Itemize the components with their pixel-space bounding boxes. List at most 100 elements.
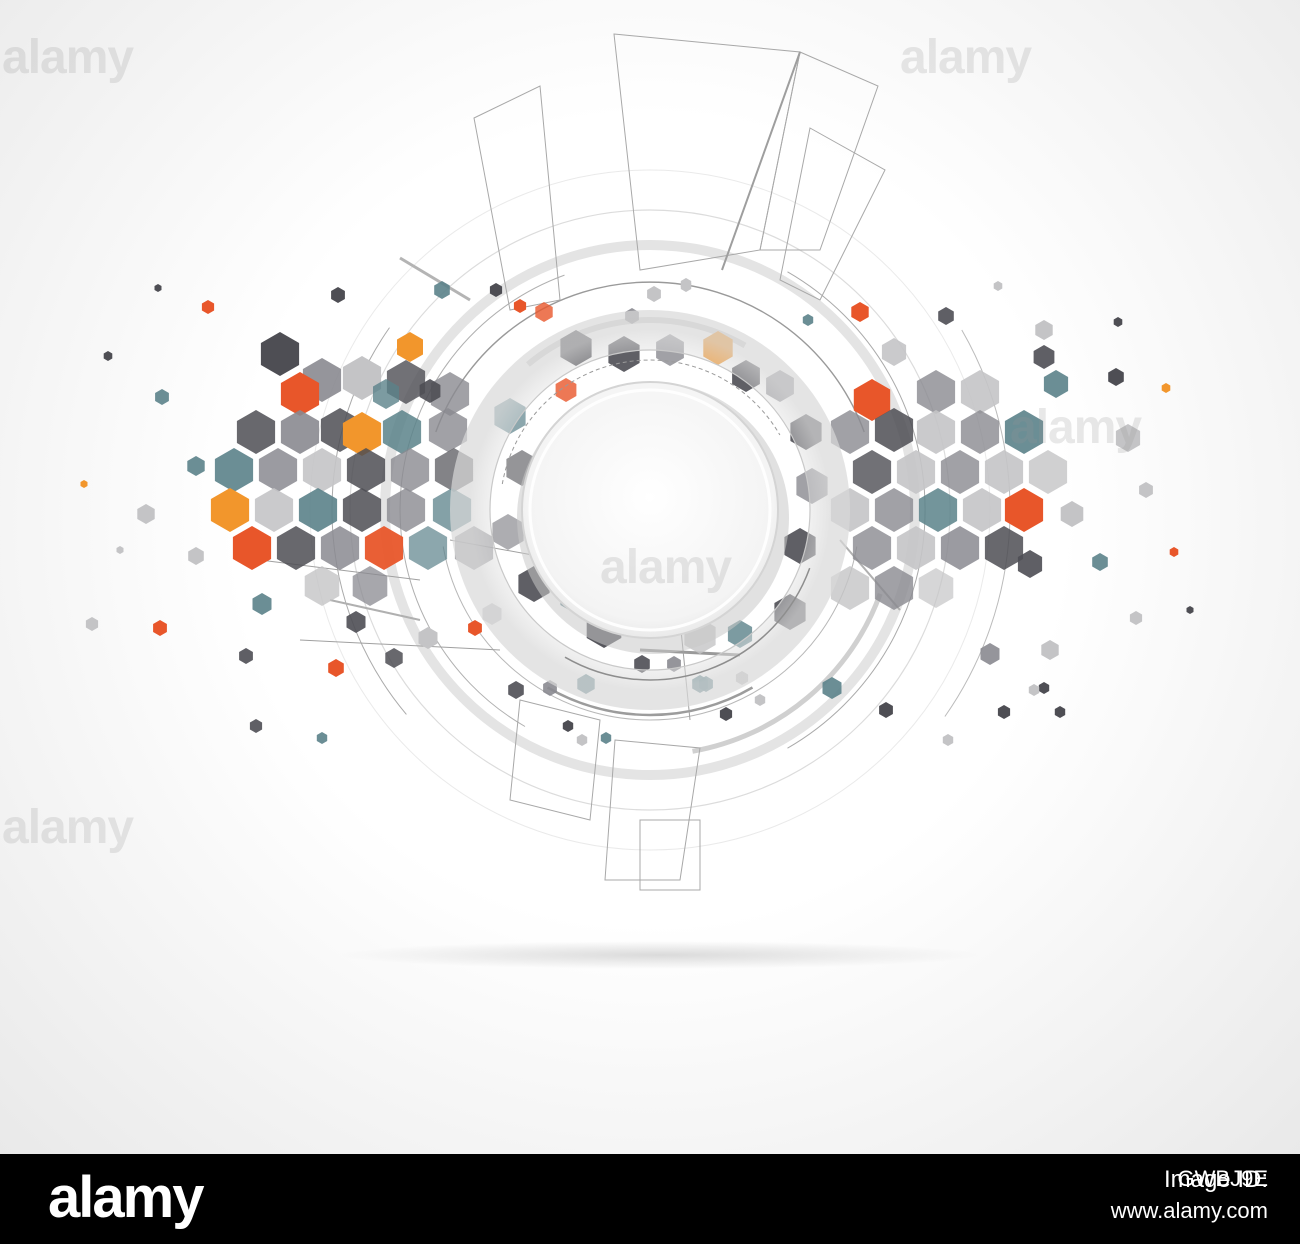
hexagon [916,370,956,414]
watermark: alamy [900,31,1032,84]
hexagon [316,732,328,744]
hexagon [116,546,124,554]
hexagon [342,488,382,532]
footer-bar: alamy Image ID: GWBJ9E www.alamy.com [0,1154,1300,1244]
hexagon [513,299,527,313]
hexagon [328,659,344,677]
hexagon [254,488,294,532]
hexagon [434,281,450,299]
site-url-text[interactable]: www.alamy.com [1111,1198,1268,1224]
hexagon [201,300,215,314]
watermark: alamy [600,541,732,594]
hexagon [1033,345,1055,369]
hexagon [155,389,169,405]
watermark: alamy [1010,401,1142,454]
hexagon [918,568,954,608]
tech-line [299,639,501,651]
hexagon [187,456,205,476]
hexagon [258,448,298,492]
hexagon [881,338,907,366]
hexagon [754,694,766,706]
hexagon [984,450,1024,494]
hexagon [252,593,272,615]
hexagon [1060,501,1084,527]
watermark: alamy [2,31,134,84]
hexagon [1035,320,1053,340]
hexagon [408,526,448,570]
tech-panel [613,33,801,271]
floor-shadow [340,941,980,969]
hexagon [997,705,1011,719]
hexagon [576,734,588,746]
hexagon [364,526,404,570]
center-circle [521,381,779,639]
hexagon [1028,684,1040,696]
hexagon [1108,368,1124,386]
hexagon [1028,450,1068,494]
hexagon [1041,640,1059,660]
hexagon [210,488,250,532]
hexagon [1043,370,1069,398]
hexagon [916,410,956,454]
hexagon [600,732,612,744]
hexagon [942,734,954,746]
hexagon [214,448,254,492]
hexagon [103,351,113,361]
hexagon [1139,482,1153,498]
hexagon [993,281,1003,291]
site-url[interactable]: GWBJ9E www.alamy.com [1111,1166,1268,1224]
hexagon [1161,383,1171,393]
hexagon [249,719,263,733]
watermark: alamy [2,801,134,854]
illustration-canvas: alamy alamy alamy alamy alamy [0,0,1300,1154]
hexagon [852,526,892,570]
hexagon [346,448,386,492]
hexagon [331,287,345,303]
hexagon [1038,682,1050,694]
hexagon [508,681,524,699]
hexagon [390,448,430,492]
hexagon [276,526,316,570]
hexagon [260,332,300,376]
hexagon [879,702,893,718]
hexagon [874,488,914,532]
hexagon [188,547,204,565]
hexagon [85,617,99,631]
hexagon [802,314,814,326]
hexagon [896,526,936,570]
hexagon [984,526,1024,570]
hexagon [1129,611,1143,625]
hexagon [385,648,403,668]
hexagon [397,332,423,362]
hexagon [960,370,1000,414]
hexagon [153,620,167,636]
alamy-logo[interactable]: alamy [48,1164,204,1231]
hexagon [1113,317,1123,327]
hexagon [647,286,661,302]
hexagon [137,504,155,524]
hexagon [302,448,342,492]
hexagon [1186,606,1194,614]
hexagon [962,488,1002,532]
hexagon [1054,706,1066,718]
hexagon [1169,547,1179,557]
hexagon [154,284,162,292]
image-id-value: GWBJ9E [1177,1166,1268,1191]
hexagon [280,410,320,454]
hexagon [940,450,980,494]
hexagon [236,410,276,454]
hexagon [960,410,1000,454]
hexagon [80,480,88,488]
hexagon [851,302,869,322]
hexagon [562,720,574,732]
center-circle-group [450,310,850,710]
hexagon [386,488,426,532]
hexagon [298,488,338,532]
hexagon [896,450,936,494]
hexagon [938,307,954,325]
hexagon [852,450,892,494]
hexagon [320,526,360,570]
hexagon [940,526,980,570]
hexagon [232,526,272,570]
hexagon [239,648,253,664]
